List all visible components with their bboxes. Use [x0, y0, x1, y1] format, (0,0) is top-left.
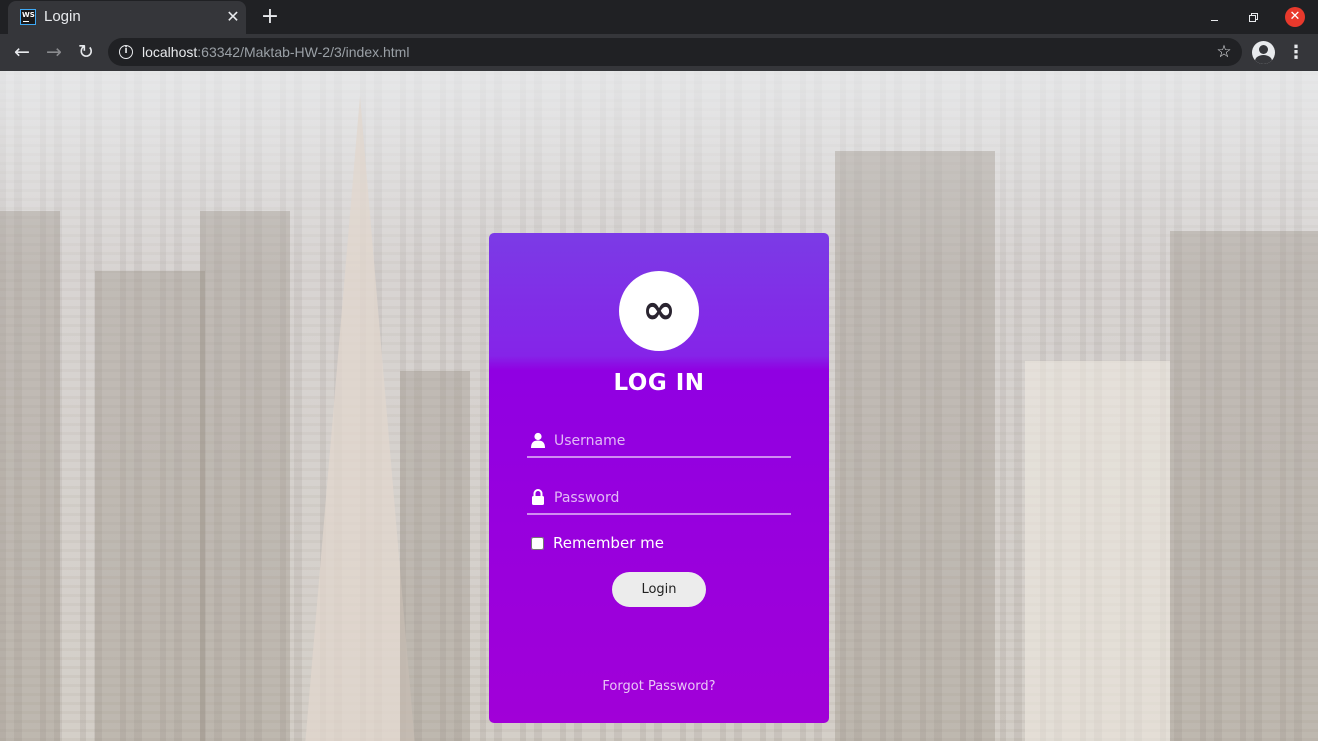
forgot-password-link[interactable]: Forgot Password?	[489, 679, 829, 694]
infinity-icon: ∞	[619, 271, 699, 351]
window-close-icon[interactable]: ✕	[1285, 7, 1305, 27]
address-bar[interactable]: i localhost:63342/Maktab-HW-2/3/index.ht…	[108, 38, 1242, 66]
url-host: localhost	[142, 44, 198, 60]
site-info-icon[interactable]: i	[119, 45, 133, 59]
login-heading: LOG IN	[613, 370, 705, 396]
remember-me-checkbox[interactable]	[531, 536, 544, 550]
browser-toolbar: ← → ↻ i localhost:63342/Maktab-HW-2/3/in…	[0, 34, 1318, 71]
browser-titlebar: WS Login ✕ + ✕	[0, 0, 1318, 34]
minimize-icon[interactable]	[1206, 8, 1224, 26]
remember-me-label: Remember me	[553, 534, 664, 552]
remember-me[interactable]: Remember me	[531, 533, 664, 553]
tab-close-icon[interactable]: ✕	[224, 7, 242, 27]
login-button[interactable]: Login	[612, 572, 706, 607]
url-text[interactable]: localhost:63342/Maktab-HW-2/3/index.html	[142, 44, 409, 60]
username-field	[527, 428, 791, 458]
username-input[interactable]	[554, 428, 784, 454]
back-arrow-icon[interactable]: ←	[8, 38, 36, 66]
forward-arrow-icon[interactable]: →	[40, 38, 68, 66]
url-path: :63342/Maktab-HW-2/3/index.html	[197, 44, 410, 60]
bookmark-star-icon[interactable]: ☆	[1212, 40, 1236, 64]
reload-icon[interactable]: ↻	[72, 38, 100, 66]
favicon-text: WS	[22, 11, 35, 19]
lock-icon	[532, 489, 544, 505]
tab-title: Login	[44, 8, 81, 25]
browser-tab[interactable]: WS Login ✕	[8, 1, 246, 34]
password-input[interactable]	[554, 485, 784, 511]
page-viewport: ∞ LOG IN Remember me Login Forgot Passwo…	[0, 71, 1318, 741]
browser-menu-icon[interactable]: ⋮	[1286, 40, 1306, 66]
webstorm-favicon-icon: WS	[20, 9, 36, 25]
password-field	[527, 485, 791, 515]
login-card: ∞ LOG IN Remember me Login Forgot Passwo…	[489, 233, 829, 723]
restore-icon[interactable]	[1245, 8, 1263, 26]
profile-avatar-icon[interactable]	[1252, 41, 1275, 64]
new-tab-button[interactable]: +	[259, 4, 281, 30]
user-icon	[531, 432, 545, 448]
